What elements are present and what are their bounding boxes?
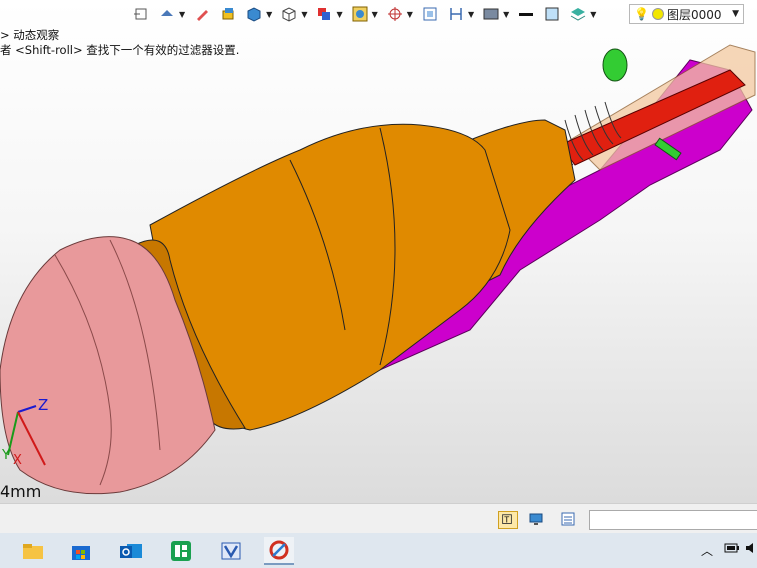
chevron-down-icon[interactable]: ▼ <box>407 10 413 19</box>
layer-dropdown[interactable]: 💡 图层0000 ▼ <box>629 4 744 24</box>
view-toolbar: ▼ ▼ ▼ ▼ ▼ ▼ ▼ ▼ ▼ <box>130 2 598 26</box>
view-icon[interactable] <box>156 4 178 24</box>
cad-app-icon[interactable] <box>264 537 294 565</box>
chevron-down-icon[interactable]: ▼ <box>503 10 509 19</box>
monitor-icon[interactable] <box>528 511 546 527</box>
status-bar: T <box>0 503 757 534</box>
layer-name: 图层0000 <box>666 7 722 22</box>
line-icon[interactable] <box>515 4 537 24</box>
render-icon[interactable] <box>480 4 502 24</box>
layer-stack-icon[interactable] <box>567 4 589 24</box>
chevron-down-icon[interactable]: ▼ <box>336 10 342 19</box>
fill-icon[interactable] <box>541 4 563 24</box>
chevron-up-icon[interactable]: ︿ <box>701 542 713 559</box>
chevron-down-icon[interactable]: ▼ <box>590 10 596 19</box>
dimension-icon[interactable] <box>445 4 467 24</box>
chevron-down-icon[interactable]: ▼ <box>468 10 474 19</box>
section-icon[interactable] <box>419 4 441 24</box>
color-icon[interactable] <box>313 4 335 24</box>
hint-line-1: > 动态观察 <box>0 28 60 42</box>
list-icon[interactable] <box>560 511 578 527</box>
measure-icon[interactable] <box>384 4 406 24</box>
target-icon[interactable] <box>349 4 371 24</box>
command-input[interactable] <box>589 510 757 530</box>
axis-x-label: X <box>13 453 22 468</box>
chevron-down-icon: ▼ <box>732 9 739 19</box>
outlook-icon[interactable] <box>116 537 146 565</box>
speaker-icon[interactable] <box>745 542 757 557</box>
3d-viewport[interactable]: > 动态观察 者 <Shift-roll> 查找下一个有效的过滤器设置. Z Y… <box>0 0 757 503</box>
app-green-icon[interactable] <box>166 537 196 565</box>
hint-line-2: 者 <Shift-roll> 查找下一个有效的过滤器设置. <box>0 43 240 57</box>
layer-color-swatch <box>651 8 664 20</box>
green-knob <box>602 48 628 82</box>
chevron-down-icon[interactable]: ▼ <box>372 10 378 19</box>
text-mode-icon[interactable]: T <box>498 511 518 529</box>
svg-text:T: T <box>503 516 509 525</box>
axis-z-label: Z <box>38 396 49 414</box>
scale-label: 4mm <box>0 482 42 501</box>
chevron-down-icon[interactable]: ▼ <box>179 10 185 19</box>
part-icon[interactable] <box>217 4 239 24</box>
chevron-down-icon[interactable]: ▼ <box>266 10 272 19</box>
chevron-down-icon[interactable]: ▼ <box>301 10 307 19</box>
box-icon[interactable] <box>243 4 265 24</box>
axis-y-label: Y <box>2 448 10 463</box>
battery-icon[interactable] <box>724 542 740 557</box>
model-render <box>0 44 756 495</box>
vs-icon[interactable] <box>216 537 246 565</box>
pen-icon[interactable] <box>191 4 213 24</box>
wireframe-icon[interactable] <box>278 4 300 24</box>
file-explorer-icon[interactable] <box>18 537 48 565</box>
windows-taskbar: ︿ <box>0 533 757 568</box>
lightbulb-icon: 💡 <box>634 7 649 21</box>
select-icon[interactable] <box>130 4 152 24</box>
store-icon[interactable] <box>66 537 96 565</box>
